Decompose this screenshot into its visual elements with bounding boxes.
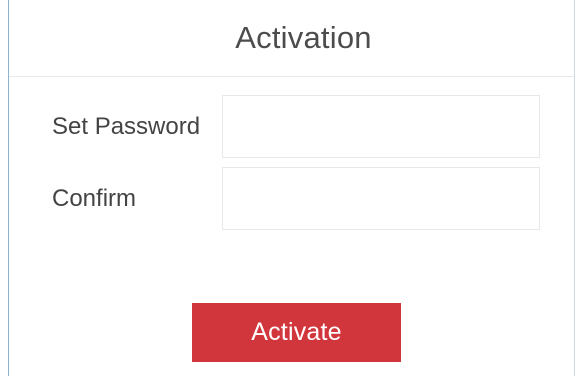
password-row: Set Password — [9, 95, 574, 158]
confirm-label: Confirm — [52, 184, 137, 212]
activation-page: Activation Set Password Confirm Activate — [0, 0, 575, 376]
confirm-row: Confirm — [9, 167, 574, 230]
activate-button[interactable]: Activate — [192, 303, 401, 362]
confirm-password-input[interactable] — [222, 167, 540, 230]
activation-dialog: Activation Set Password Confirm Activate — [8, 0, 575, 376]
activation-form: Set Password Confirm Activate — [9, 0, 574, 376]
set-password-input[interactable] — [222, 95, 540, 158]
set-password-label: Set Password — [52, 112, 201, 140]
